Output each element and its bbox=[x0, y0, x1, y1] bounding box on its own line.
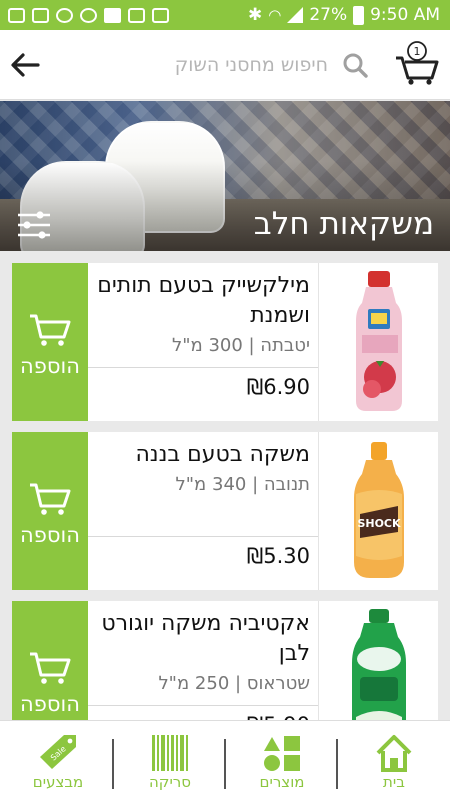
add-cart-icon bbox=[30, 483, 71, 515]
add-label: הוספה bbox=[20, 354, 80, 378]
signal-icon bbox=[287, 7, 304, 23]
search-input[interactable] bbox=[110, 50, 372, 80]
add-to-cart-button[interactable]: הוספה bbox=[12, 432, 88, 590]
cart-count: 1 bbox=[414, 45, 421, 58]
clock: 9:50 AM bbox=[370, 5, 440, 25]
divider bbox=[88, 536, 318, 537]
wifi-icon: ◠ bbox=[268, 6, 282, 24]
bluetooth-icon: ✱ bbox=[247, 5, 263, 25]
product-card[interactable]: הוספה משקה בטעם בננה תנובה | 340 מ"ל ₪5.… bbox=[12, 432, 438, 590]
file-icon bbox=[32, 7, 49, 23]
product-image[interactable]: SHOCK bbox=[318, 432, 438, 590]
product-name: אקטיביה משקה יוגורט לבן bbox=[101, 611, 310, 666]
calendar-icon bbox=[152, 7, 169, 23]
back-arrow-icon bbox=[11, 53, 40, 77]
nav-products[interactable]: מוצרים bbox=[226, 721, 338, 800]
chat-icon bbox=[8, 7, 25, 23]
banana-drink-bottle-image: SHOCK bbox=[353, 442, 404, 578]
shapes-icon bbox=[264, 736, 300, 771]
shopping-cart-icon: 1 bbox=[396, 41, 439, 85]
search-bar bbox=[110, 50, 372, 80]
bottle-brand-text: SHOCK bbox=[357, 517, 401, 530]
hangouts-icon bbox=[80, 7, 97, 23]
top-bar: 1 bbox=[0, 30, 450, 100]
filter-button[interactable] bbox=[16, 209, 52, 241]
system-status: ✱ ◠ 27% 9:50 AM bbox=[248, 0, 440, 30]
product-info: מילקשייק בטעם תותים ושמנת יטבתה | 300 מ"… bbox=[88, 263, 318, 421]
bottom-navigation: בית מוצרים סריקה Sale מבצעים bbox=[0, 720, 450, 800]
home-icon bbox=[376, 735, 412, 772]
nav-scan-label: סריקה bbox=[149, 773, 191, 791]
category-banner: משקאות חלב bbox=[0, 101, 450, 251]
location-icon bbox=[56, 7, 73, 23]
search-icon[interactable] bbox=[342, 52, 368, 78]
nav-home[interactable]: בית bbox=[338, 721, 450, 800]
product-price: ₪5.30 bbox=[246, 544, 310, 568]
product-meta: שטראוס | 250 מ"ל bbox=[158, 673, 310, 694]
barcode-icon bbox=[152, 735, 188, 771]
add-cart-icon bbox=[30, 314, 71, 346]
add-label: הוספה bbox=[20, 692, 80, 716]
product-name: משקה בטעם בננה bbox=[135, 442, 310, 467]
add-to-cart-button[interactable]: הוספה bbox=[12, 263, 88, 421]
add-cart-icon bbox=[30, 652, 71, 684]
nav-deals-label: מבצעים bbox=[32, 773, 84, 791]
gallery-icon bbox=[128, 7, 145, 23]
gmail-icon bbox=[104, 7, 121, 23]
battery-icon bbox=[353, 5, 365, 25]
sale-tag-icon: Sale bbox=[40, 735, 76, 769]
nav-home-label: בית bbox=[383, 773, 405, 791]
product-info: משקה בטעם בננה תנובה | 340 מ"ל ₪5.30 bbox=[88, 432, 318, 590]
milkshake-bottle-image bbox=[355, 271, 402, 411]
back-button[interactable] bbox=[8, 48, 42, 82]
divider bbox=[88, 367, 318, 368]
add-label: הוספה bbox=[20, 523, 80, 547]
product-image[interactable] bbox=[318, 263, 438, 421]
product-meta: תנובה | 340 מ"ל bbox=[175, 474, 310, 495]
nav-scan[interactable]: סריקה bbox=[114, 721, 226, 800]
product-card[interactable]: הוספה מילקשייק בטעם תותים ושמנת יטבתה | … bbox=[12, 263, 438, 421]
battery-percent: 27% bbox=[309, 5, 348, 25]
filter-sliders-icon bbox=[18, 211, 50, 239]
product-price: ₪6.90 bbox=[246, 375, 310, 399]
product-list: הוספה מילקשייק בטעם תותים ושמנת יטבתה | … bbox=[12, 263, 438, 770]
nav-products-label: מוצרים bbox=[259, 773, 305, 791]
notification-icons bbox=[0, 7, 169, 23]
product-name: מילקשייק בטעם תותים ושמנת bbox=[97, 273, 310, 328]
nav-deals[interactable]: Sale מבצעים bbox=[2, 721, 114, 800]
divider bbox=[88, 705, 318, 706]
product-meta: יטבתה | 300 מ"ל bbox=[171, 335, 310, 356]
cart-button[interactable]: 1 bbox=[394, 40, 440, 86]
category-title: משקאות חלב bbox=[253, 206, 434, 242]
status-bar: ✱ ◠ 27% 9:50 AM bbox=[0, 0, 450, 30]
